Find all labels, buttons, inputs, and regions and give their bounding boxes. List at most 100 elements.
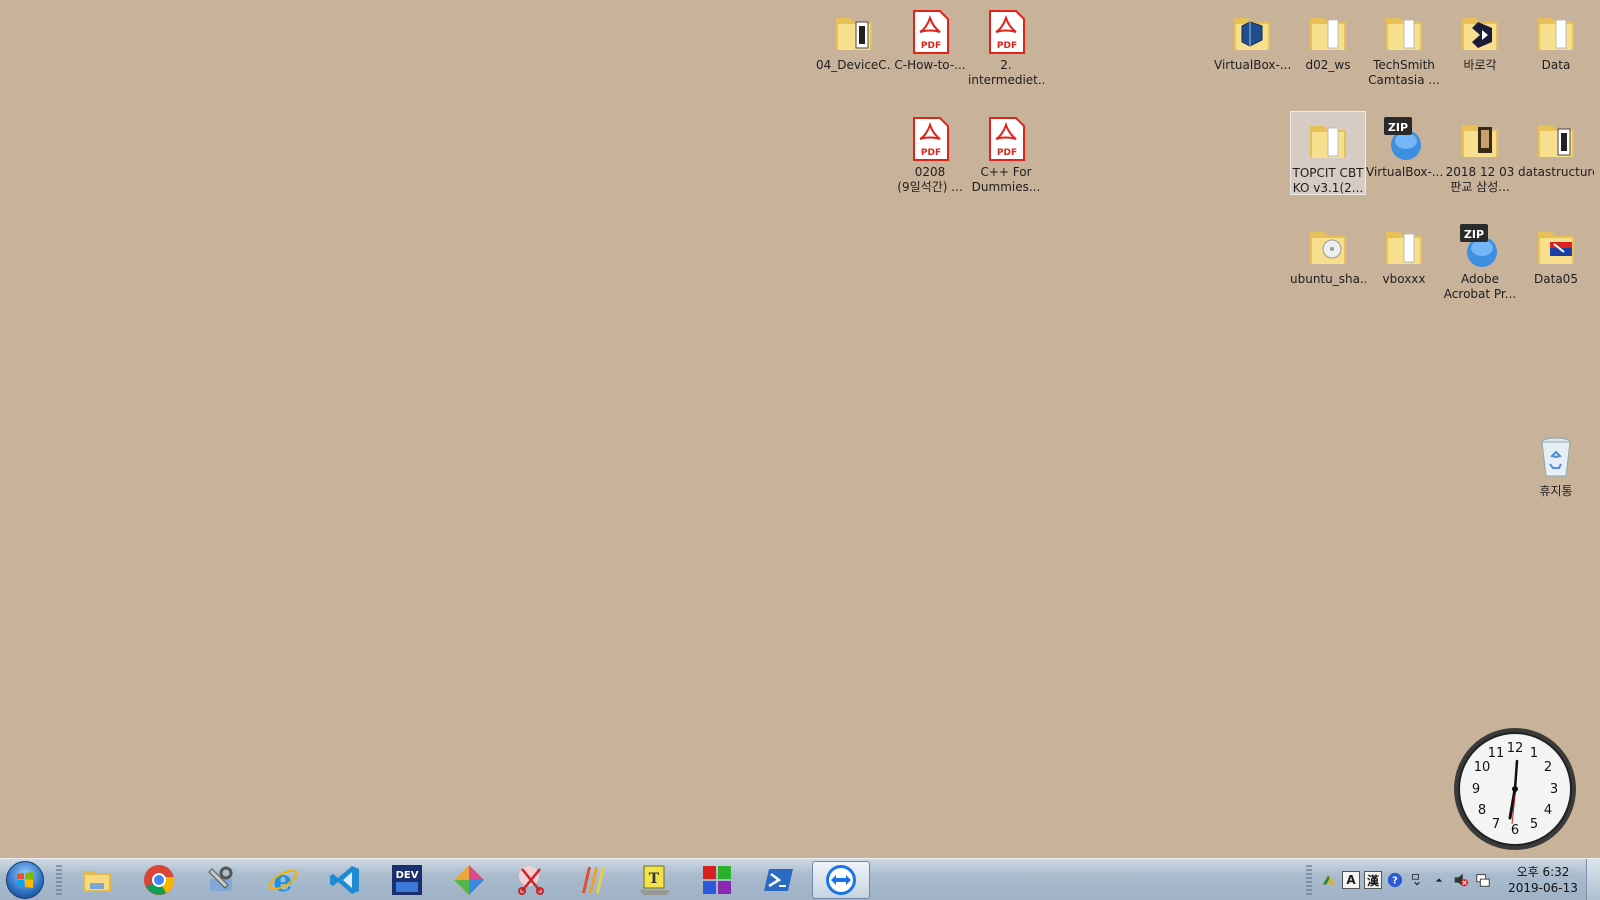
desktop-icon-label: 0208 (9일석간) ... xyxy=(897,165,963,194)
taskbar-tools[interactable] xyxy=(192,861,250,899)
windows-logo-icon xyxy=(6,860,44,899)
desktop-icon-techsmith[interactable]: TechSmith Camtasia ... xyxy=(1366,4,1442,88)
taskbar-powershell[interactable] xyxy=(750,861,808,899)
desktop-icon-label: 2018 12 03 판교 삼성... xyxy=(1445,165,1515,194)
desktop-icon-recycle-bin[interactable]: 휴지통 xyxy=(1518,430,1594,514)
desktop-icon-2018-pangyo[interactable]: 2018 12 03 판교 삼성... xyxy=(1442,111,1518,195)
teamviewer-icon xyxy=(826,864,856,895)
folder-icon xyxy=(1304,116,1352,164)
taskbar-grip[interactable] xyxy=(56,864,62,895)
taskbar-clock[interactable]: 오후 6:32 2019-06-13 xyxy=(1500,864,1586,896)
desktop-icon-label: TechSmith Camtasia ... xyxy=(1368,58,1440,87)
clock-numeral-12: 12 xyxy=(1507,741,1524,756)
ime-options-icon[interactable] xyxy=(1408,871,1426,889)
analog-clock-face: 12 1 2 3 4 5 6 7 8 9 10 11 xyxy=(1454,728,1576,850)
taskbar-paint-app[interactable] xyxy=(440,861,498,899)
taskbar-windows-explorer[interactable] xyxy=(68,861,126,899)
desktop-icon-label: 휴지통 xyxy=(1539,484,1573,498)
taskbar-internet-explorer[interactable]: e xyxy=(254,861,312,899)
scissors-icon xyxy=(518,865,544,895)
desktop-icon-label: 바로각 xyxy=(1463,58,1497,72)
taskbar-notepad-t[interactable]: T xyxy=(626,861,684,899)
svg-text:PDF: PDF xyxy=(997,41,1017,51)
desktop-icon-data[interactable]: Data xyxy=(1518,4,1594,88)
desktop-icon-label: Data05 xyxy=(1534,272,1578,286)
desktop-icon-vboxxx[interactable]: vboxxx xyxy=(1366,218,1442,302)
laptop-icon: T xyxy=(640,865,670,895)
svg-text:?: ? xyxy=(1392,876,1398,887)
desktop-icon-topcit[interactable]: TOPCIT CBT KO v3.1(2... xyxy=(1290,111,1366,195)
desktop-icon-label: Data xyxy=(1541,58,1571,72)
show-hidden-icons-chevron-up-icon[interactable] xyxy=(1430,871,1448,889)
wrench-icon xyxy=(208,866,233,891)
desktop-icon-intermediet[interactable]: PDF 2. intermediet... xyxy=(968,4,1044,88)
clock-numeral-9: 9 xyxy=(1472,782,1480,797)
clock-numeral-11: 11 xyxy=(1488,746,1505,761)
desktop-icon-04-devicec[interactable]: 04_DeviceC... xyxy=(816,4,892,88)
vscode-icon xyxy=(330,865,359,894)
chrome-icon xyxy=(144,864,175,895)
taskbar-teamviewer[interactable] xyxy=(812,860,870,899)
desktop-icon-cpp-for-dummies[interactable]: PDF C++ For Dummies... xyxy=(968,111,1044,195)
desktop-icon-virtualbox-folder[interactable]: VirtualBox-... xyxy=(1214,4,1290,88)
powershell-icon xyxy=(764,868,793,891)
desktop-icon-label: datastructure xyxy=(1518,165,1594,179)
taskbar-snipping-tool[interactable] xyxy=(502,861,560,899)
desktop-icon-virtualbox-zip[interactable]: ZIP VirtualBox-... xyxy=(1366,111,1442,195)
svg-text:T: T xyxy=(649,871,660,887)
folder-icon xyxy=(1228,8,1276,56)
desktop-icon-barogak[interactable]: 바로각 xyxy=(1442,4,1518,88)
desktop-icon-label: d02_ws xyxy=(1305,58,1351,72)
desktop-icon-label: 2. intermediet... xyxy=(968,58,1044,87)
desktop-icon-label: C-How-to-... xyxy=(894,58,966,72)
desktop-icon-data05[interactable]: Data05 xyxy=(1518,218,1594,302)
svg-text:e: e xyxy=(273,864,292,897)
show-desktop-button[interactable] xyxy=(1586,859,1600,900)
start-button[interactable] xyxy=(0,859,50,900)
desktop-icon-ubuntu-share[interactable]: ubuntu_sha... xyxy=(1290,218,1366,302)
clock-numeral-5: 5 xyxy=(1530,817,1538,832)
clock-gadget[interactable]: 12 1 2 3 4 5 6 7 8 9 10 11 xyxy=(1452,726,1578,852)
folder-icon xyxy=(1304,8,1352,56)
svg-text:PDF: PDF xyxy=(921,41,941,51)
taskbar-winrar-like[interactable] xyxy=(688,861,746,899)
taskbar-sublime-like[interactable] xyxy=(564,861,622,899)
taskbar-vscode[interactable] xyxy=(316,861,374,899)
ime-mode-hanja[interactable]: 漢 xyxy=(1364,871,1382,889)
folder-icon xyxy=(1380,8,1428,56)
desktop-icon-d02-ws[interactable]: d02_ws xyxy=(1290,4,1366,88)
taskbar-dev-cpp[interactable]: DEV xyxy=(378,861,436,899)
taskbar: e DEV T A 漢 ? 오후 6:32 2019-06-13 xyxy=(0,858,1600,900)
desktop-icon-c-how-to[interactable]: PDF C-How-to-... xyxy=(892,4,968,88)
ime-mode-a[interactable]: A xyxy=(1342,871,1360,889)
desktop-icon-0208[interactable]: PDF 0208 (9일석간) ... xyxy=(892,111,968,195)
taskbar-time: 오후 6:32 xyxy=(1516,865,1570,879)
volume-muted-icon[interactable] xyxy=(1452,871,1470,889)
desktop-icon-label: vboxxx xyxy=(1382,272,1426,286)
folder-icon xyxy=(1380,222,1428,270)
taskbar-chrome[interactable] xyxy=(130,861,188,899)
folder-icon xyxy=(1456,8,1504,56)
clock-numeral-3: 3 xyxy=(1550,782,1558,797)
clock-numeral-7: 7 xyxy=(1492,817,1500,832)
svg-text:ZIP: ZIP xyxy=(1464,228,1484,241)
folder-icon xyxy=(1304,222,1352,270)
network-icon[interactable] xyxy=(1474,871,1492,889)
folder-icon xyxy=(83,870,111,892)
desktop-icon-datastructure[interactable]: datastructure xyxy=(1518,111,1594,195)
svg-text:PDF: PDF xyxy=(921,148,941,158)
folder-icon xyxy=(1532,8,1580,56)
clock-numeral-4: 4 xyxy=(1544,803,1552,818)
desktop-icon-adobe-acrobat-zip[interactable]: ZIP Adobe Acrobat Pr... xyxy=(1442,218,1518,302)
language-bar-icon[interactable] xyxy=(1320,871,1338,889)
desktop-icon-label: Adobe Acrobat Pr... xyxy=(1443,272,1517,301)
svg-text:PDF: PDF xyxy=(997,148,1017,158)
pdf-icon: PDF xyxy=(906,115,954,163)
tray-grip[interactable] xyxy=(1306,865,1312,895)
desktop-icon-label: VirtualBox-... xyxy=(1214,58,1290,72)
clock-numeral-2: 2 xyxy=(1544,760,1552,775)
help-icon[interactable]: ? xyxy=(1386,871,1404,889)
clock-numeral-10: 10 xyxy=(1474,760,1491,775)
pdf-icon: PDF xyxy=(982,8,1030,56)
desktop-icon-label: 04_DeviceC... xyxy=(816,58,892,72)
